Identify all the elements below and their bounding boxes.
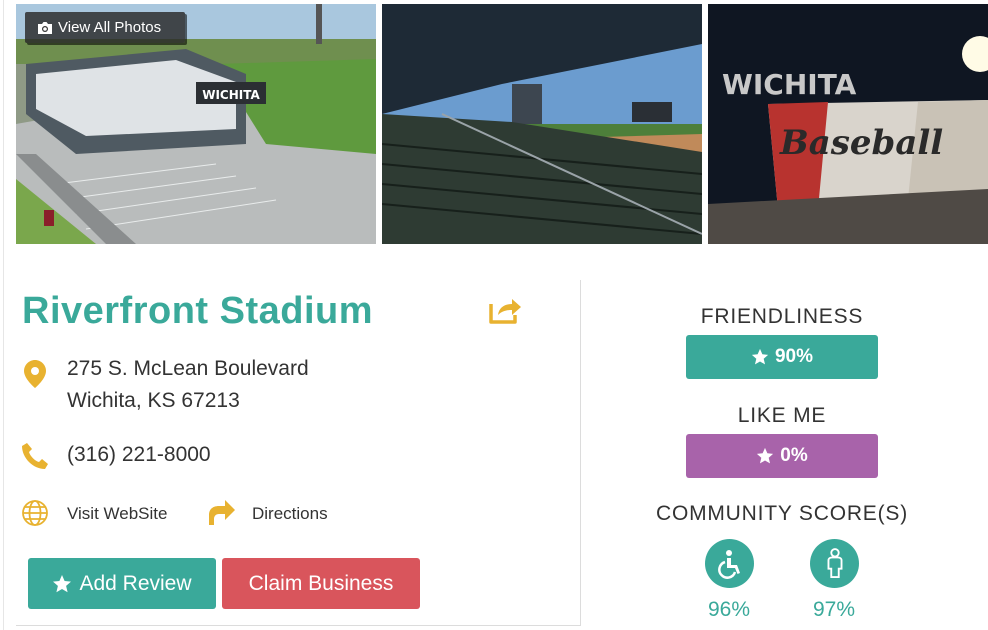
like-me-label: LIKE ME xyxy=(737,404,827,427)
phone-number[interactable]: (316) 221-8000 xyxy=(67,443,211,467)
business-name: Riverfront Stadium xyxy=(22,290,374,332)
person-icon xyxy=(810,539,859,588)
friendliness-value: 90% xyxy=(774,346,814,367)
panel-bottom-rule xyxy=(16,625,580,626)
camera-icon xyxy=(38,21,52,34)
like-me-value: 0% xyxy=(780,445,808,466)
star-icon xyxy=(757,447,774,464)
globe-icon xyxy=(21,499,49,532)
map-pin-icon xyxy=(24,360,46,393)
address-line-2: Wichita, KS 67213 xyxy=(67,389,240,412)
add-review-label: Add Review xyxy=(79,571,192,595)
view-all-photos-label: View All Photos xyxy=(58,19,162,36)
baseball-mural-text: Baseball xyxy=(779,123,943,163)
baseball-mural-photo[interactable]: WICHITA Baseball xyxy=(708,4,988,244)
star-icon xyxy=(751,348,769,365)
share-button[interactable] xyxy=(488,294,522,326)
claim-business-button[interactable]: Claim Business xyxy=(222,558,420,609)
phone-icon xyxy=(21,442,49,475)
friendliness-score-badge: 90% xyxy=(686,335,878,379)
panel-divider xyxy=(580,280,581,626)
directions-icon xyxy=(207,498,235,531)
stadium-grandstand-photo[interactable] xyxy=(382,4,702,244)
wichita-building-sign: WICHITA xyxy=(202,88,260,102)
share-icon xyxy=(489,299,521,324)
star-icon xyxy=(53,574,72,592)
accessibility-score-value: 96% xyxy=(707,598,751,621)
claim-business-label: Claim Business xyxy=(248,571,394,595)
wheelchair-icon xyxy=(705,539,754,588)
add-review-button[interactable]: Add Review xyxy=(28,558,216,609)
like-me-score-badge: 0% xyxy=(686,434,878,478)
second-community-score-value: 97% xyxy=(812,598,856,621)
friendliness-label: FRIENDLINESS xyxy=(700,305,864,328)
visit-website-link[interactable]: Visit WebSite xyxy=(67,504,167,524)
directions-link[interactable]: Directions xyxy=(252,504,328,524)
address-line-1: 275 S. McLean Boulevard xyxy=(67,357,309,380)
community-scores-label: COMMUNITY SCORE(S) xyxy=(655,502,908,525)
view-all-photos-button[interactable]: View All Photos xyxy=(25,12,185,43)
wichita-wall-sign: WICHITA xyxy=(722,68,857,101)
page-left-rule xyxy=(3,0,4,630)
